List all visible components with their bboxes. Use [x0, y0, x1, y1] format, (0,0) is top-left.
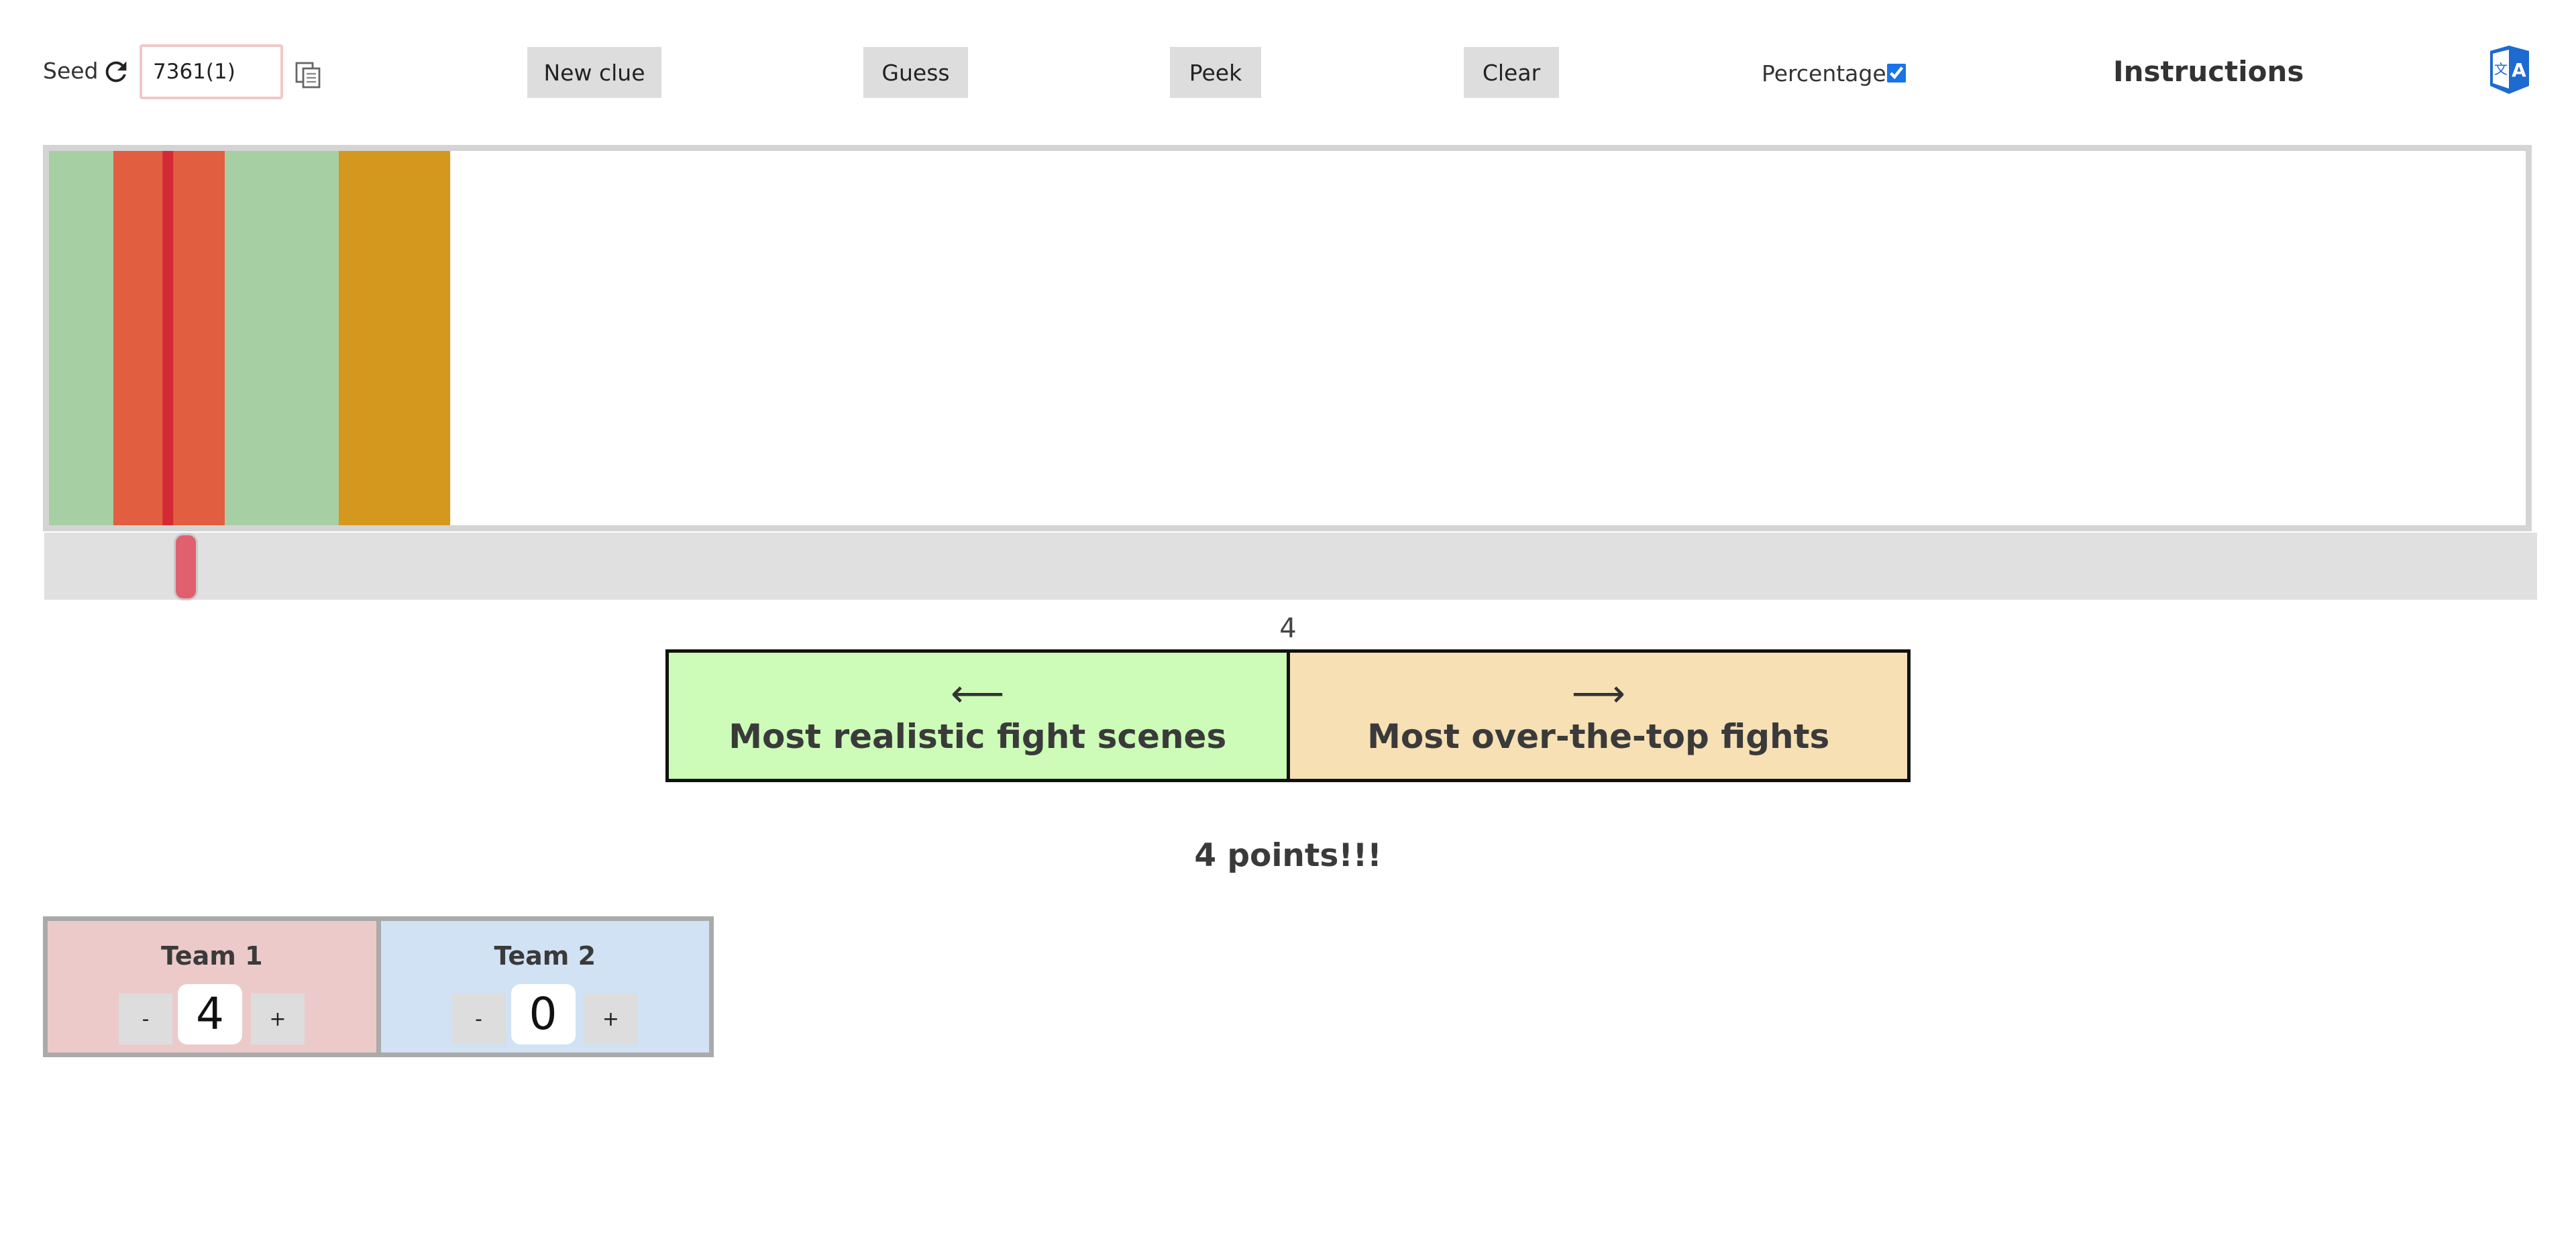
percentage-checkbox[interactable] [1887, 64, 1906, 83]
zone-2-points-2 [225, 151, 339, 525]
guess-slider-thumb[interactable] [173, 533, 198, 600]
team-1-panel: Team 1 - 4 + [48, 921, 381, 1053]
team-1-plus-button[interactable]: + [251, 993, 305, 1044]
guess-button[interactable]: Guess [863, 47, 968, 98]
scoreboard: Team 1 - 4 + Team 2 - 0 + [43, 916, 714, 1057]
clue-right: ⟶ Most over-the-top fights [1289, 653, 1907, 779]
left-arrow-icon: ⟵ [951, 672, 1005, 716]
team-1-name: Team 1 [160, 941, 263, 971]
team-1-score: 4 [178, 984, 242, 1044]
copy-icon[interactable] [292, 59, 325, 91]
team-2-panel: Team 2 - 0 + [380, 921, 709, 1053]
guess-slider-track[interactable] [44, 533, 2537, 600]
zone-2-points-0 [49, 151, 113, 525]
svg-text:文: 文 [2494, 61, 2508, 77]
team-2-plus-button[interactable]: + [584, 993, 638, 1044]
clue-left-text: Most realistic fight scenes [729, 717, 1227, 756]
team-1-minus-button[interactable]: - [119, 993, 172, 1044]
slider-value: 4 [1279, 613, 1297, 644]
svg-text:A: A [2512, 59, 2526, 81]
seed-label: Seed [43, 58, 99, 84]
result-text: 4 points!!! [1194, 837, 1382, 874]
zone-1-points-3 [338, 151, 451, 525]
percentage-label: Percentage [1762, 60, 1886, 87]
seed-input[interactable] [140, 44, 283, 99]
clue-right-text: Most over-the-top fights [1367, 717, 1830, 756]
target-zones [49, 151, 451, 525]
translate-icon[interactable]: 文 A [2487, 44, 2532, 95]
team-2-minus-button[interactable]: - [451, 993, 506, 1044]
clue-left: ⟵ Most realistic fight scenes [669, 653, 1290, 779]
reload-icon[interactable] [101, 56, 131, 87]
new-clue-button[interactable]: New clue [527, 47, 661, 98]
peek-button[interactable]: Peek [1170, 47, 1261, 98]
clue-card: ⟵ Most realistic fight scenes ⟶ Most ove… [665, 649, 1911, 782]
clear-button[interactable]: Clear [1464, 47, 1559, 98]
target-board [43, 145, 2532, 531]
team-2-score: 0 [511, 984, 576, 1044]
instructions-link[interactable]: Instructions [2113, 55, 2304, 88]
guess-line [162, 151, 174, 525]
right-arrow-icon: ⟶ [1571, 672, 1625, 716]
team-2-name: Team 2 [494, 941, 596, 971]
game-page: Seed New clue Guess Peek Clear Percentag… [0, 0, 2576, 1241]
